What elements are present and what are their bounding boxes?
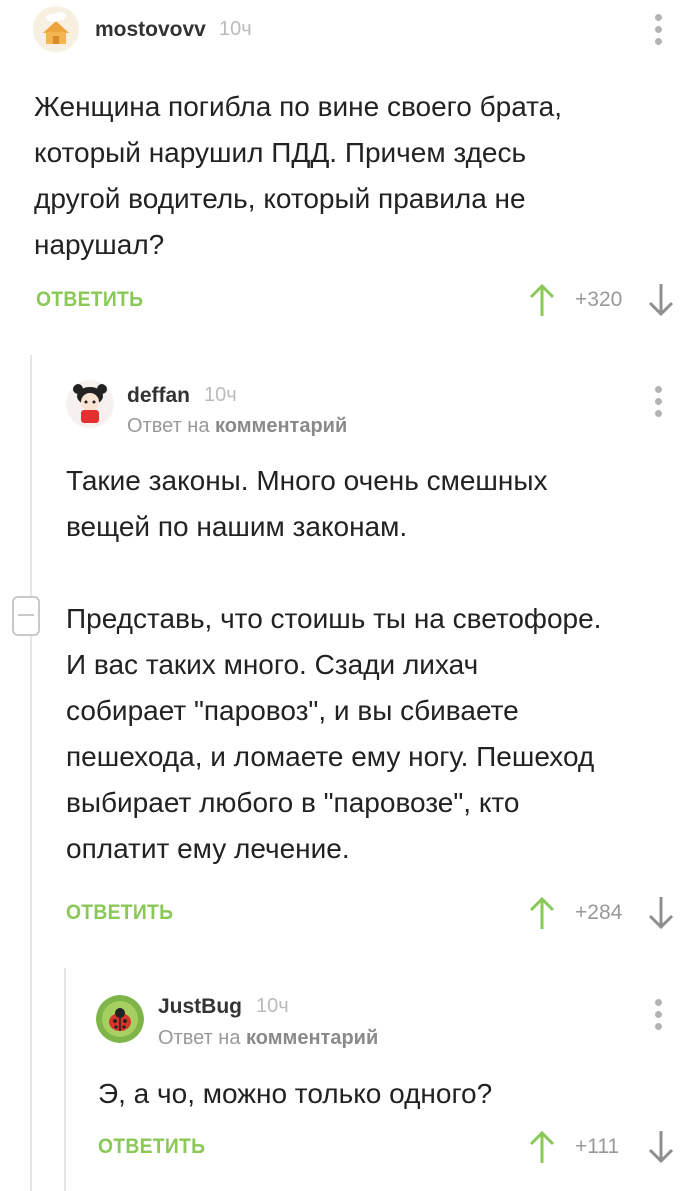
avatar[interactable] — [96, 995, 144, 1043]
comment-time: 10ч — [219, 18, 252, 40]
comment-deffan: deffan 10ч Ответ на комментарий Такие за… — [0, 360, 700, 930]
comment-justbug: JustBug 10ч Ответ на комментарий Э, а чо… — [0, 975, 700, 1191]
username[interactable]: deffan — [127, 384, 190, 408]
username[interactable]: mostovovv — [95, 18, 206, 42]
vote-up-icon[interactable] — [527, 282, 557, 318]
comment-text: Женщина погибла по вине своего брата, ко… — [34, 91, 563, 260]
reply-to-label: Ответ на комментарий — [127, 415, 348, 437]
rating: +284 — [575, 901, 623, 924]
avatar-ladybug-icon — [96, 995, 144, 1043]
comment-time: 10ч — [256, 995, 289, 1017]
comment-text: Э, а чо, можно только одного? — [98, 1078, 493, 1109]
comment-time: 10ч — [204, 384, 237, 406]
reply-button[interactable]: ОТВЕТИТЬ — [66, 901, 173, 925]
vote-up-icon[interactable] — [527, 1129, 557, 1165]
vote-down-icon[interactable] — [646, 282, 676, 318]
avatar[interactable] — [33, 6, 79, 52]
rating: +320 — [575, 288, 623, 311]
comment-mostovovv: mostovovv 10ч Женщина погибла по вине св… — [0, 0, 700, 330]
vote-up-icon[interactable] — [527, 895, 557, 931]
avatar[interactable] — [66, 380, 114, 428]
avatar-house-icon — [33, 6, 79, 52]
rating: +111 — [575, 1135, 620, 1158]
vote-down-icon[interactable] — [646, 895, 676, 931]
more-menu-icon[interactable] — [649, 12, 669, 48]
more-menu-icon[interactable] — [649, 997, 669, 1033]
username[interactable]: JustBug — [158, 995, 242, 1019]
more-menu-icon[interactable] — [649, 384, 669, 420]
avatar-girl-icon — [66, 380, 114, 428]
comment-text: Такие законы. Много очень смешных вещей … — [66, 465, 602, 864]
reply-to-link[interactable]: комментарий — [215, 415, 347, 437]
reply-button[interactable]: ОТВЕТИТЬ — [36, 288, 143, 312]
reply-to-label: Ответ на комментарий — [158, 1027, 379, 1049]
reply-to-link[interactable]: комментарий — [246, 1027, 378, 1049]
reply-button[interactable]: ОТВЕТИТЬ — [98, 1135, 205, 1159]
vote-down-icon[interactable] — [646, 1129, 676, 1165]
